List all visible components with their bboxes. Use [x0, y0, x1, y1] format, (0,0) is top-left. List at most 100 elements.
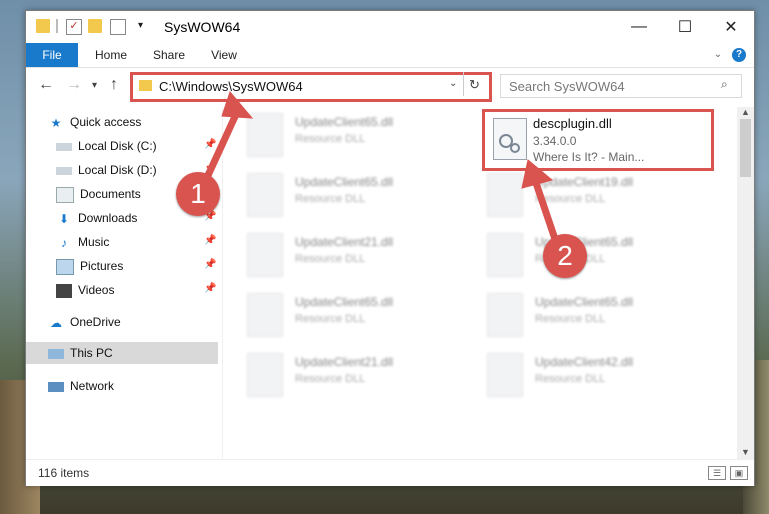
sidebar-item-label: Documents [80, 187, 141, 201]
videos-icon [56, 283, 72, 298]
file-type: Resource DLL [535, 373, 606, 385]
item-count: 116 items [38, 466, 90, 480]
rename-icon[interactable] [110, 19, 126, 35]
tab-share[interactable]: Share [144, 43, 194, 67]
maximize-button[interactable]: ☐ [662, 11, 708, 43]
up-arrow-icon[interactable]: ↑ [110, 76, 118, 94]
star-icon: ★ [50, 115, 62, 130]
file-item[interactable]: UpdateClient65.dll Resource DLL [247, 293, 467, 343]
sidebar-item-label: This PC [70, 346, 113, 360]
pin-icon[interactable]: 📌 [204, 235, 216, 246]
file-version: 3.34.0.0 [533, 134, 577, 148]
documents-icon [56, 186, 74, 203]
dll-file-icon [487, 353, 523, 397]
title-bar: ✓ ▾ SysWOW64 — ☐ ✕ [26, 11, 754, 43]
dll-file-icon [247, 293, 283, 337]
pictures-icon [56, 258, 74, 275]
sidebar-item-downloads[interactable]: ⬇ Downloads [56, 207, 137, 229]
computer-icon [48, 348, 64, 359]
properties-icon[interactable]: ✓ [66, 19, 82, 35]
recent-locations-icon[interactable]: ▾ [92, 80, 97, 91]
file-name: descplugin.dll [533, 116, 612, 131]
file-item[interactable]: UpdateClient65.dll Resource DLL [487, 293, 707, 343]
tab-home[interactable]: Home [86, 43, 136, 67]
sidebar-item-music[interactable]: ♪ Music [56, 231, 109, 253]
cloud-icon: ☁ [50, 315, 62, 330]
download-icon: ⬇ [58, 211, 70, 226]
file-item[interactable]: UpdateClient21.dll Resource DLL [247, 353, 467, 403]
scroll-thumb[interactable] [740, 119, 751, 177]
help-icon[interactable]: ? [732, 48, 746, 62]
sidebar-item-local-disk-d[interactable]: Local Disk (D:) [56, 159, 157, 181]
pin-icon[interactable]: 📌 [204, 283, 216, 294]
file-item[interactable]: UpdateClient65.dll Resource DLL [247, 173, 467, 223]
dll-file-icon [487, 173, 523, 217]
large-icons-view-icon[interactable]: ▣ [730, 466, 748, 480]
drive-icon [56, 142, 72, 151]
dll-file-icon [487, 293, 523, 337]
scroll-down-icon[interactable]: ▼ [741, 447, 750, 457]
close-button[interactable]: ✕ [708, 11, 754, 43]
customize-quick-access-icon[interactable]: ▾ [138, 19, 152, 33]
pin-icon[interactable]: 📌 [204, 139, 216, 150]
music-icon: ♪ [61, 235, 67, 250]
address-path: C:\Windows\SysWOW64 [159, 79, 303, 94]
file-item[interactable]: UpdateClient42.dll Resource DLL [487, 353, 707, 403]
navigation-pane: ★ Quick access Local Disk (C:) 📌 Local Di… [26, 107, 223, 459]
window-title: SysWOW64 [164, 19, 241, 35]
expand-ribbon-icon[interactable]: ⌄ [710, 43, 726, 67]
back-arrow-icon[interactable]: ← [38, 76, 54, 94]
sidebar-item-label: Videos [78, 283, 115, 297]
sidebar-item-label: Pictures [80, 259, 124, 273]
new-folder-icon[interactable] [88, 19, 102, 33]
navigation-bar: ← → ▾ ↑ C:\Windows\SysWOW64 ⌄ ↻ Search S… [26, 68, 754, 102]
details-view-icon[interactable]: ☰ [708, 466, 726, 480]
pin-icon[interactable]: 📌 [204, 259, 216, 270]
file-type: Resource DLL [295, 313, 366, 325]
pin-icon[interactable]: 📌 [204, 163, 216, 174]
highlighted-file-item[interactable]: descplugin.dll 3.34.0.0 Where Is It? - M… [482, 109, 714, 171]
file-name: UpdateClient21.dll [295, 355, 394, 369]
sidebar-item-network[interactable]: Network [48, 375, 114, 397]
separator [56, 19, 58, 33]
tab-file[interactable]: File [26, 43, 78, 67]
sidebar-item-label: OneDrive [70, 315, 121, 329]
address-bar[interactable]: C:\Windows\SysWOW64 ⌄ ↻ [130, 72, 492, 102]
sidebar-item-this-pc[interactable]: This PC [26, 342, 218, 364]
minimize-button[interactable]: — [616, 11, 662, 43]
sidebar-item-onedrive[interactable]: ☁ OneDrive [48, 311, 121, 333]
file-name: UpdateClient42.dll [535, 355, 634, 369]
refresh-icon[interactable]: ↻ [469, 77, 480, 93]
folder-icon [36, 19, 50, 33]
sidebar-item-videos[interactable]: Videos [56, 279, 114, 301]
separator [463, 72, 464, 96]
status-bar: 116 items ☰ ▣ [26, 459, 754, 486]
tab-view[interactable]: View [202, 43, 246, 67]
address-dropdown-icon[interactable]: ⌄ [449, 78, 457, 89]
file-item[interactable]: UpdateClient65.dll Resource DLL [247, 113, 467, 163]
file-name: UpdateClient19.dll [535, 175, 634, 189]
sidebar-item-label: Music [78, 235, 110, 249]
drive-icon [56, 166, 72, 175]
sidebar-item-quick-access[interactable]: ★ Quick access [48, 111, 142, 133]
dll-file-icon [247, 353, 283, 397]
file-item[interactable]: UpdateClient19.dll Resource DLL [487, 173, 707, 223]
file-name: UpdateClient65.dll [295, 175, 394, 189]
search-icon[interactable]: ⌕ [721, 77, 728, 92]
file-item[interactable]: UpdateClient21.dll Resource DLL [247, 233, 467, 283]
search-placeholder: Search SysWOW64 [509, 79, 625, 94]
file-item[interactable]: UpdateClient65.dll Resource DLL [487, 233, 707, 283]
file-name: UpdateClient65.dll [295, 295, 394, 309]
sidebar-item-pictures[interactable]: Pictures [56, 255, 123, 277]
file-type: Resource DLL [295, 193, 366, 205]
ribbon-tabs: File Home Share View ⌄ ? [26, 43, 754, 68]
scroll-up-icon[interactable]: ▲ [741, 107, 750, 117]
sidebar-item-label: Downloads [78, 211, 138, 225]
search-input[interactable]: Search SysWOW64 ⌕ [500, 74, 742, 98]
vertical-scrollbar[interactable]: ▲ ▼ [737, 107, 754, 459]
network-icon [48, 381, 64, 392]
sidebar-item-local-disk-c[interactable]: Local Disk (C:) [56, 135, 157, 157]
forward-arrow-icon[interactable]: → [66, 76, 82, 94]
sidebar-item-documents[interactable]: Documents [56, 183, 141, 205]
dll-file-icon [487, 233, 523, 277]
